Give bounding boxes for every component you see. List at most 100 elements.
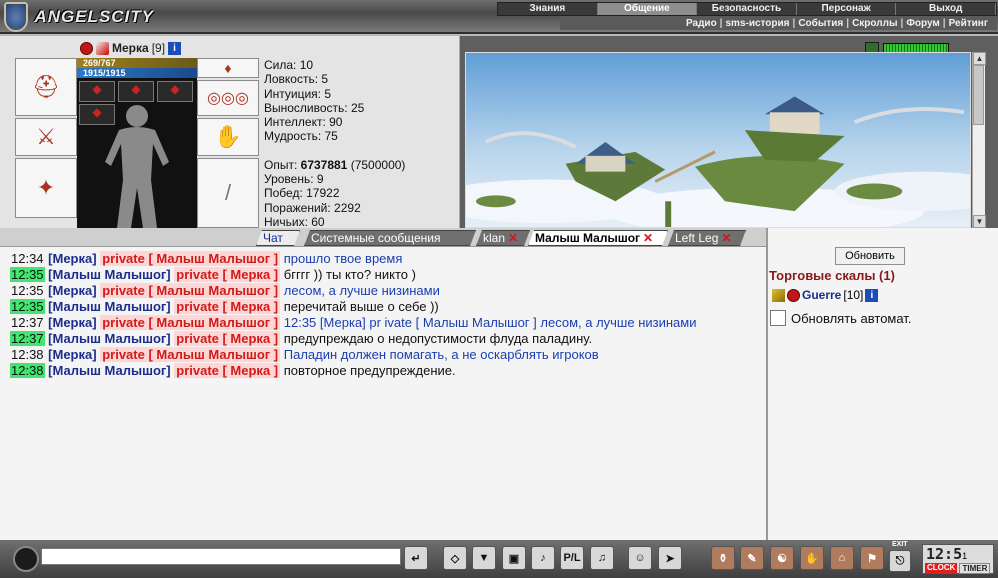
- subnav-sms-history[interactable]: sms-история: [722, 18, 792, 29]
- alignment-icon[interactable]: [96, 41, 109, 55]
- subnav-radio[interactable]: Радио: [683, 18, 720, 29]
- subnav-rating[interactable]: Рейтинг: [946, 18, 991, 29]
- offhand-slot[interactable]: /: [197, 158, 259, 228]
- tab-klan[interactable]: klan ✕: [476, 230, 530, 246]
- message-sender[interactable]: [Малыш Малышог]: [48, 331, 170, 346]
- message-private-target[interactable]: private [ Малыш Малышог ]: [100, 283, 281, 298]
- translate-icon[interactable]: ➤: [658, 546, 682, 570]
- tab-left-leg[interactable]: Left Leg ✕: [668, 230, 746, 246]
- message-private-target[interactable]: private [ Малыш Малышог ]: [100, 251, 281, 266]
- message-private-target[interactable]: private [ Мерка ]: [174, 267, 281, 282]
- timer-mode-button[interactable]: TIMER: [959, 563, 991, 574]
- amulet-slots: ◆ ◆ ◆: [77, 78, 197, 102]
- nav-character[interactable]: Персонаж: [797, 3, 897, 15]
- amulet-slot[interactable]: ◆: [118, 81, 154, 102]
- clear-icon[interactable]: ◇: [443, 546, 467, 570]
- close-icon[interactable]: ✕: [721, 231, 731, 245]
- amulet-slot[interactable]: ◆: [79, 81, 115, 102]
- earring-slot[interactable]: ♦: [197, 58, 259, 78]
- close-icon[interactable]: ✕: [643, 231, 653, 245]
- scroll-icon[interactable]: ✎: [740, 546, 764, 570]
- refresh-button[interactable]: Обновить: [835, 247, 905, 265]
- floating-islands-image[interactable]: [465, 52, 971, 228]
- scroll-down-icon[interactable]: ▼: [973, 215, 986, 228]
- message-time: 12:37: [10, 331, 45, 346]
- chat-message: 12:37 [Малыш Малышог] private [ Мерка ] …: [10, 331, 756, 347]
- subnav-events[interactable]: События: [795, 18, 846, 29]
- nav-knowledge[interactable]: Знания: [498, 3, 598, 15]
- gloves-slot[interactable]: ✋: [197, 118, 259, 156]
- online-user-level: [10]: [843, 288, 864, 302]
- ring-slots[interactable]: ◎◎◎: [197, 80, 259, 116]
- sound-icon[interactable]: ♪: [531, 546, 555, 570]
- pl-filter-button[interactable]: P/L: [560, 546, 584, 570]
- auto-refresh-row: Обновлять автомат.: [770, 310, 911, 326]
- message-sender[interactable]: [Мерка]: [48, 283, 96, 298]
- close-icon[interactable]: ✕: [508, 231, 518, 245]
- message-sender[interactable]: [Мерка]: [48, 347, 96, 362]
- scroll-thumb[interactable]: [973, 65, 984, 125]
- character-stats: Сила: 10 Ловкость: 5 Интуиция: 5 Выносли…: [264, 58, 460, 229]
- message-private-target[interactable]: private [ Мерка ]: [174, 331, 281, 346]
- message-time: 12:35: [10, 267, 45, 282]
- mask-icon[interactable]: ☯: [770, 546, 794, 570]
- filter-icon[interactable]: ▼: [472, 546, 496, 570]
- character-level: [9]: [151, 41, 166, 55]
- online-user-name[interactable]: Guerre: [802, 288, 841, 302]
- info-icon[interactable]: i: [865, 288, 879, 302]
- message-private-target[interactable]: private [ Малыш Малышог ]: [100, 315, 281, 330]
- nav-exit[interactable]: Выход: [896, 3, 996, 15]
- message-sender[interactable]: [Малыш Малышог]: [48, 363, 170, 378]
- scroll-up-icon[interactable]: ▲: [973, 52, 986, 65]
- clock-seconds: 1: [962, 551, 968, 561]
- info-icon[interactable]: i: [168, 41, 182, 55]
- message-private-target[interactable]: private [ Мерка ]: [174, 363, 281, 378]
- clock-mode-button[interactable]: CLOCK: [925, 563, 958, 574]
- experience-label: Опыт:: [264, 157, 298, 172]
- clan-icon[interactable]: [80, 41, 93, 55]
- inventory-icon[interactable]: ⚱: [711, 546, 735, 570]
- music-icon[interactable]: ♫: [590, 546, 614, 570]
- stat-agility: Ловкость: 5: [264, 72, 329, 87]
- tab-private-malysh[interactable]: Малыш Малышог ✕: [528, 230, 668, 246]
- subnav-scrolls[interactable]: Скроллы: [849, 18, 900, 29]
- main-nav: Знания Общение Безопасность Персонаж Вых…: [497, 2, 997, 16]
- nav-security[interactable]: Безопасность: [697, 3, 797, 15]
- map-icon[interactable]: ⌂: [830, 546, 854, 570]
- amulet-slot[interactable]: ◆: [157, 81, 193, 102]
- save-icon[interactable]: ▣: [502, 546, 526, 570]
- message-text: повторное предупреждение.: [283, 363, 456, 378]
- online-user: Guerre [10] i: [772, 288, 879, 302]
- weapon-slot[interactable]: ✦: [15, 158, 77, 218]
- deal-icon[interactable]: ✋: [800, 546, 824, 570]
- subnav-forum[interactable]: Форум: [903, 18, 942, 29]
- scene-scrollbar[interactable]: ▲ ▼: [972, 52, 986, 228]
- send-icon[interactable]: ↵: [404, 546, 428, 570]
- tab-label: klan: [483, 231, 506, 245]
- nav-communication[interactable]: Общение: [597, 3, 698, 15]
- message-sender[interactable]: [Мерка]: [48, 251, 96, 266]
- smiles-icon[interactable]: ☺: [628, 546, 652, 570]
- message-sender[interactable]: [Малыш Малышог]: [48, 299, 170, 314]
- bracer-slot[interactable]: ⚔: [15, 118, 77, 156]
- stat-wins: Побед: 17922: [264, 186, 340, 201]
- flag-icon[interactable]: ⚑: [860, 546, 884, 570]
- message-sender[interactable]: [Мерка]: [48, 315, 96, 330]
- exit-button[interactable]: ⎋: [889, 550, 911, 572]
- tab-chat[interactable]: Чат: [256, 230, 300, 246]
- auto-refresh-label: Обновлять автомат.: [791, 310, 912, 326]
- message-private-target[interactable]: private [ Мерка ]: [174, 299, 281, 314]
- message-private-target[interactable]: private [ Малыш Малышог ]: [100, 347, 281, 362]
- location-scene: ▲ ▼: [460, 36, 998, 228]
- auto-refresh-checkbox[interactable]: [770, 310, 786, 326]
- tab-system-messages[interactable]: Системные сообщения: [304, 230, 476, 246]
- equipment-right: ♦ ◎◎◎ ✋ /: [197, 58, 259, 228]
- message-time: 12:35: [10, 299, 45, 314]
- stat-level: Уровень: 9: [264, 172, 324, 187]
- clan-icon[interactable]: [787, 288, 800, 302]
- chat-log[interactable]: 12:34 [Мерка] private [ Малыш Малышог ] …: [0, 246, 766, 540]
- message-sender[interactable]: [Малыш Малышог]: [48, 267, 170, 282]
- speaker-icon[interactable]: [13, 546, 39, 572]
- helmet-slot[interactable]: ⛑: [15, 58, 77, 116]
- chat-input[interactable]: [41, 548, 401, 565]
